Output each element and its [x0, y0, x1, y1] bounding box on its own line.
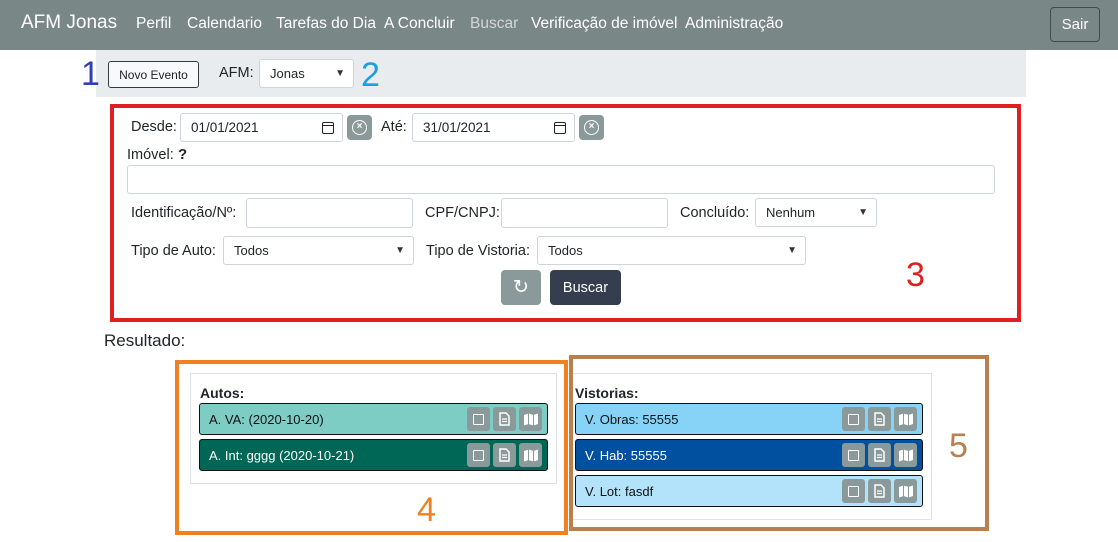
annotation-number-1: 1: [81, 55, 100, 93]
nav-link-perfil[interactable]: Perfil: [136, 15, 171, 33]
annotation-number-3: 3: [906, 256, 925, 294]
afm-label: AFM:: [219, 65, 254, 81]
new-event-button[interactable]: Novo Evento: [108, 61, 199, 88]
annotation-box-4: [175, 360, 568, 535]
nav-link-a-concluir[interactable]: A Concluir: [384, 15, 455, 33]
annotation-box-5: [569, 355, 989, 531]
nav-link-administracao[interactable]: Administração: [685, 15, 783, 33]
chevron-down-icon: ▼: [335, 68, 345, 79]
annotation-number-2: 2: [361, 56, 380, 94]
brand[interactable]: AFM Jonas: [21, 12, 117, 34]
logout-button[interactable]: Sair: [1050, 7, 1100, 42]
results-label: Resultado:: [104, 331, 186, 350]
annotation-number-4: 4: [417, 491, 436, 529]
afm-select-value: Jonas: [270, 66, 305, 81]
nav-link-buscar[interactable]: Buscar: [470, 15, 518, 33]
nav-link-verificacao[interactable]: Verificação de imóvel: [531, 15, 677, 33]
nav-link-calendario[interactable]: Calendario: [187, 15, 262, 33]
annotation-number-5: 5: [949, 427, 968, 465]
afm-select[interactable]: Jonas ▼: [259, 59, 354, 88]
nav-link-tarefas[interactable]: Tarefas do Dia: [276, 15, 376, 33]
annotation-box-3: [110, 104, 1021, 322]
